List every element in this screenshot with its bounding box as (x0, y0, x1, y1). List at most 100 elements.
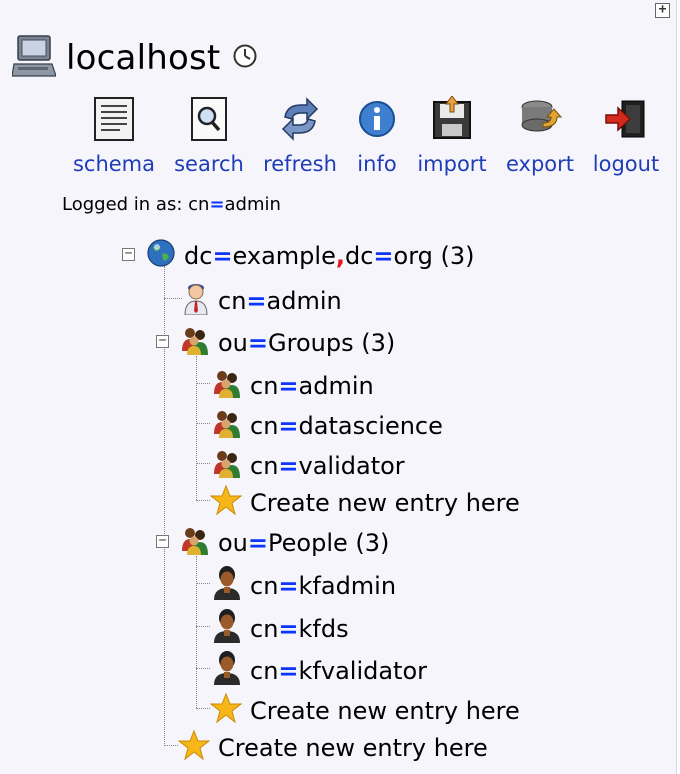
tree-line-people (196, 556, 197, 708)
person-icon (212, 566, 242, 606)
import-icon (430, 95, 474, 146)
tree-node-person-kfvalidator[interactable]: cn=kfvalidator (212, 651, 427, 691)
group-icon (212, 448, 242, 484)
logout-label[interactable]: logout (588, 152, 664, 176)
logout-icon (604, 97, 648, 145)
schema-button[interactable]: schema (70, 96, 158, 176)
root-count: (3) (440, 242, 475, 270)
node-attr: cn (218, 287, 247, 315)
group-icon (180, 325, 210, 361)
tree-branch (164, 298, 182, 299)
schema-icon (92, 96, 136, 146)
equals-sign: = (209, 194, 225, 215)
star-icon (209, 692, 243, 730)
collapse-groups-toggle[interactable]: − (156, 334, 169, 348)
group-icon (212, 368, 242, 404)
tree-node-group-admin[interactable]: cn=admin (212, 368, 374, 404)
node-attr: cn (250, 615, 279, 643)
star-icon (177, 729, 211, 767)
login-attr: cn (188, 194, 210, 215)
equals-sign: = (373, 242, 394, 270)
equals-sign: = (212, 242, 233, 270)
node-val: admin (266, 287, 342, 315)
collapse-people-toggle[interactable]: − (156, 534, 169, 548)
node-label: cn=admin (250, 372, 374, 400)
create-entry-root[interactable]: Create new entry here (177, 729, 488, 767)
login-value: admin (224, 194, 281, 215)
tree-branch (196, 583, 210, 584)
create-entry-people[interactable]: Create new entry here (209, 692, 520, 730)
search-label[interactable]: search (166, 152, 252, 176)
tree-node-ou-people[interactable]: ou=People (3) (180, 525, 389, 561)
export-icon (517, 97, 563, 145)
node-attr: cn (250, 452, 279, 480)
toolbar: schema search refresh info import export… (0, 95, 680, 186)
tree-branch (164, 745, 178, 746)
node-attr: ou (218, 529, 248, 557)
tree-node-group-datascience[interactable]: cn=datascience (212, 408, 443, 444)
schema-label[interactable]: schema (70, 152, 158, 176)
refresh-label[interactable]: refresh (258, 152, 342, 176)
tree-branch (196, 626, 210, 627)
node-label: cn=kfvalidator (250, 657, 427, 685)
root-val-1: example (232, 242, 336, 270)
star-icon (209, 484, 243, 522)
create-entry-groups[interactable]: Create new entry here (209, 484, 520, 522)
tree-line-groups (196, 356, 197, 500)
collapse-root-toggle[interactable]: − (122, 247, 135, 261)
create-entry-label: Create new entry here (250, 697, 520, 725)
node-val: People (268, 529, 348, 557)
tree-node-person-kfds[interactable]: cn=kfds (212, 609, 349, 649)
tree-branch (196, 423, 210, 424)
search-button[interactable]: search (166, 96, 252, 176)
node-val: datascience (298, 412, 443, 440)
node-attr: ou (218, 329, 248, 357)
export-button[interactable]: export (498, 96, 582, 176)
equals-sign: = (247, 329, 269, 357)
info-icon (357, 99, 397, 143)
node-val: validator (298, 452, 405, 480)
logged-in-prefix: Logged in as: (62, 194, 189, 215)
expand-panel-button[interactable]: + (655, 3, 670, 18)
node-label: cn=datascience (250, 412, 443, 440)
root-attr-1: dc (184, 242, 213, 270)
tree-node-group-validator[interactable]: cn=validator (212, 448, 405, 484)
clock-icon[interactable] (232, 43, 258, 73)
tree-branch (196, 500, 210, 501)
person-icon (212, 609, 242, 649)
info-button[interactable]: info (348, 96, 406, 176)
node-label: cn=validator (250, 452, 405, 480)
tree-node-ou-groups[interactable]: ou=Groups (3) (180, 325, 395, 361)
tree-node-cn-admin[interactable]: cn=admin (182, 281, 342, 321)
logout-button[interactable]: logout (588, 96, 664, 176)
tree-node-root[interactable]: dc=example,dc=org (3) (146, 238, 475, 274)
equals-sign: = (247, 529, 269, 557)
tree-node-person-kfadmin[interactable]: cn=kfadmin (212, 566, 396, 606)
node-label: ou=Groups (3) (218, 329, 395, 357)
search-icon (188, 96, 230, 146)
import-button[interactable]: import (412, 95, 492, 176)
node-attr: cn (250, 657, 279, 685)
node-label: ou=People (3) (218, 529, 389, 557)
logged-in-status: Logged in as: cn=admin (62, 194, 281, 215)
server-name[interactable]: localhost (66, 38, 220, 78)
equals-sign: = (278, 657, 299, 685)
equals-sign: = (246, 287, 267, 315)
export-label[interactable]: export (498, 152, 582, 176)
create-entry-label: Create new entry here (218, 734, 488, 762)
equals-sign: = (278, 452, 299, 480)
equals-sign: = (278, 412, 299, 440)
node-label: cn=admin (218, 287, 342, 315)
admin-user-icon (182, 281, 210, 321)
refresh-icon (277, 97, 323, 145)
node-val: kfvalidator (298, 657, 428, 685)
node-val: admin (298, 372, 374, 400)
person-icon (212, 651, 242, 691)
info-label[interactable]: info (348, 152, 406, 176)
comma-separator: , (335, 242, 345, 270)
refresh-button[interactable]: refresh (258, 96, 342, 176)
node-attr: cn (250, 372, 279, 400)
node-count: (3) (355, 529, 390, 557)
root-dn-label: dc=example,dc=org (3) (184, 242, 475, 270)
import-label[interactable]: import (412, 152, 492, 176)
